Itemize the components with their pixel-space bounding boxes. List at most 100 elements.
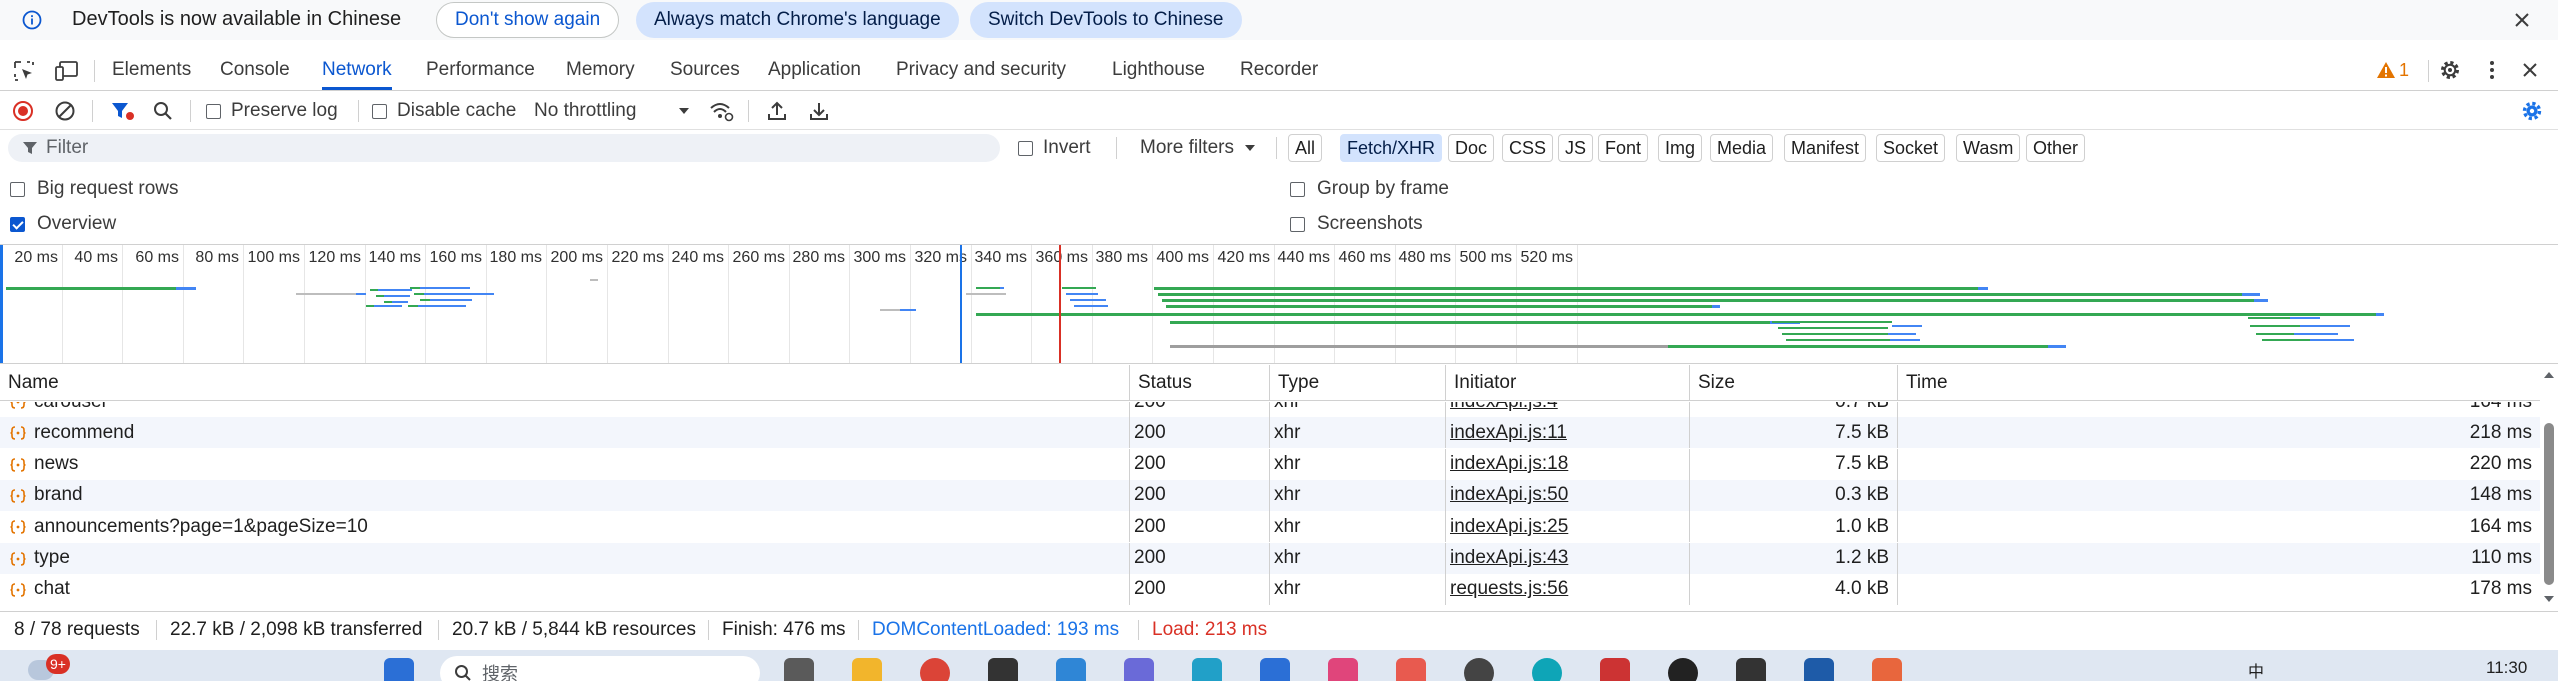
- initiator-link[interactable]: requests.js:56: [1450, 578, 1568, 600]
- tab-performance[interactable]: Performance: [426, 50, 535, 90]
- edge-icon[interactable]: [1532, 658, 1562, 681]
- export-har-icon[interactable]: [808, 100, 830, 122]
- app-icon[interactable]: [1600, 658, 1630, 681]
- tab-console[interactable]: Console: [220, 50, 290, 90]
- cell-initiator[interactable]: indexApi.js:11: [1446, 417, 1690, 449]
- file-explorer-icon[interactable]: [852, 658, 882, 681]
- type-filter-socket[interactable]: Socket: [1876, 134, 1946, 162]
- initiator-link[interactable]: indexApi.js:43: [1450, 547, 1568, 569]
- request-row-news[interactable]: news 200 xhr indexApi.js:18 7.5 kB 220 ms: [0, 448, 2540, 480]
- type-filter-js[interactable]: JS: [1558, 134, 1594, 162]
- cell-initiator[interactable]: indexApi.js:4: [1446, 402, 1690, 417]
- import-har-icon[interactable]: [766, 100, 788, 122]
- app-icon[interactable]: [1872, 658, 1902, 681]
- initiator-link[interactable]: indexApi.js:25: [1450, 516, 1568, 538]
- taskbar-search-box[interactable]: 搜索: [440, 656, 760, 681]
- type-filter-media[interactable]: Media: [1710, 134, 1774, 162]
- big-request-rows-toggle[interactable]: Big request rows: [10, 178, 179, 200]
- screenshots-checkbox[interactable]: [1290, 216, 1305, 232]
- initiator-link[interactable]: indexApi.js:18: [1450, 453, 1568, 475]
- app-icon[interactable]: [1124, 658, 1154, 681]
- input-language-indicator[interactable]: 中: [2248, 658, 2264, 681]
- request-row-recommend[interactable]: recommend 200 xhr indexApi.js:11 7.5 kB 218 m…: [0, 417, 2540, 449]
- column-header-status[interactable]: Status: [1130, 365, 1270, 401]
- app-icon[interactable]: [1056, 658, 1086, 681]
- tab-memory[interactable]: Memory: [566, 50, 635, 90]
- cell-initiator[interactable]: indexApi.js:18: [1446, 448, 1690, 480]
- disable-cache-toggle[interactable]: Disable cache: [372, 100, 516, 122]
- type-filter-wasm[interactable]: Wasm: [1956, 134, 2021, 162]
- column-header-size[interactable]: Size: [1690, 365, 1898, 401]
- network-conditions-icon[interactable]: [708, 100, 734, 122]
- start-menu-icon[interactable]: [384, 658, 414, 681]
- terminal-icon[interactable]: [988, 658, 1018, 681]
- type-filter-manifest[interactable]: Manifest: [1784, 134, 1867, 162]
- clear-log-icon[interactable]: [54, 100, 76, 122]
- invert-checkbox[interactable]: [1018, 140, 1033, 156]
- overview-toggle[interactable]: Overview: [10, 213, 116, 235]
- initiator-link[interactable]: indexApi.js:11: [1450, 422, 1567, 444]
- taskbar-clock[interactable]: 11:30: [2486, 658, 2527, 678]
- column-header-type[interactable]: Type: [1270, 365, 1446, 401]
- task-view-icon[interactable]: [784, 658, 814, 681]
- column-header-initiator[interactable]: Initiator: [1446, 365, 1690, 401]
- invert-toggle[interactable]: Invert: [1018, 137, 1091, 159]
- filter-funnel-icon[interactable]: [110, 100, 136, 122]
- network-settings-gear-icon[interactable]: [2520, 99, 2544, 123]
- dont-show-again-button[interactable]: Don't show again: [436, 2, 620, 38]
- initiator-link[interactable]: indexApi.js:4: [1450, 402, 1558, 413]
- type-filter-doc[interactable]: Doc: [1448, 134, 1495, 162]
- preserve-log-toggle[interactable]: Preserve log: [206, 100, 338, 122]
- close-infobar-icon[interactable]: [2512, 10, 2532, 30]
- app-icon[interactable]: [1192, 658, 1222, 681]
- device-toolbar-icon[interactable]: [54, 59, 80, 83]
- tab-application[interactable]: Application: [768, 50, 861, 90]
- tab-sources[interactable]: Sources: [670, 50, 740, 90]
- initiator-link[interactable]: indexApi.js:50: [1450, 484, 1568, 506]
- type-filter-font[interactable]: Font: [1598, 134, 1649, 162]
- cell-initiator[interactable]: indexApi.js:43: [1446, 542, 1690, 574]
- column-header-time[interactable]: Time: [1898, 365, 2540, 401]
- big-request-rows-checkbox[interactable]: [10, 181, 25, 197]
- overview-checkbox[interactable]: [10, 216, 25, 232]
- search-icon[interactable]: [152, 100, 174, 122]
- network-overview-timeline[interactable]: 20 ms 40 ms 60 ms 80 ms 100 ms 120 ms 140 ms 16…: [0, 244, 2558, 364]
- tab-elements[interactable]: Elements: [112, 50, 191, 90]
- disable-cache-checkbox[interactable]: [372, 103, 387, 119]
- scrollbar-thumb[interactable]: [2544, 423, 2554, 585]
- settings-gear-icon[interactable]: [2438, 58, 2462, 82]
- switch-to-chinese-button[interactable]: Switch DevTools to Chinese: [970, 2, 1242, 38]
- cell-initiator[interactable]: indexApi.js:25: [1446, 511, 1690, 543]
- request-row-carousel[interactable]: carousel200xhr indexApi.js:4 0.7 kB164 ms: [0, 402, 2540, 417]
- inspect-element-icon[interactable]: [12, 59, 36, 83]
- cell-initiator[interactable]: indexApi.js:50: [1446, 479, 1690, 511]
- always-match-language-button[interactable]: Always match Chrome's language: [636, 2, 959, 38]
- request-row-announcements[interactable]: announcements?page=1&pageSize=10 200 xhr in…: [0, 511, 2540, 543]
- type-filter-other[interactable]: Other: [2026, 134, 2086, 162]
- calendar-icon[interactable]: [1260, 658, 1290, 681]
- app-icon[interactable]: [1328, 658, 1358, 681]
- group-by-frame-toggle[interactable]: Group by frame: [1290, 178, 1449, 200]
- more-filters-dropdown[interactable]: More filters: [1140, 137, 1256, 159]
- type-filter-img[interactable]: Img: [1658, 134, 1703, 162]
- request-row-brand[interactable]: brand 200 xhr indexApi.js:50 0.3 kB 148 ms: [0, 479, 2540, 511]
- chrome-icon[interactable]: [920, 658, 950, 681]
- tab-privacy-and-security[interactable]: Privacy and security: [896, 50, 1066, 90]
- scroll-down-icon[interactable]: [2543, 595, 2555, 603]
- filter-input[interactable]: Filter: [8, 134, 1000, 162]
- app-icon[interactable]: [1464, 658, 1494, 681]
- more-options-icon[interactable]: [2480, 58, 2504, 82]
- screenshots-toggle[interactable]: Screenshots: [1290, 213, 1423, 235]
- tab-lighthouse[interactable]: Lighthouse: [1112, 50, 1205, 90]
- table-scrollbar[interactable]: [2540, 365, 2558, 610]
- type-filter-css[interactable]: CSS: [1502, 134, 1554, 162]
- app-icon[interactable]: [1736, 658, 1766, 681]
- type-filter-all[interactable]: All: [1288, 134, 1323, 162]
- tab-network[interactable]: Network: [322, 50, 392, 90]
- cell-initiator[interactable]: requests.js:56: [1446, 573, 1690, 605]
- request-row-chat[interactable]: chat 200 xhr requests.js:56 4.0 kB 178 ms: [0, 573, 2540, 605]
- app-icon[interactable]: [1668, 658, 1698, 681]
- group-by-frame-checkbox[interactable]: [1290, 181, 1305, 197]
- request-row-type[interactable]: type 200 xhr indexApi.js:43 1.2 kB 110 ms: [0, 542, 2540, 574]
- close-devtools-icon[interactable]: [2520, 60, 2540, 80]
